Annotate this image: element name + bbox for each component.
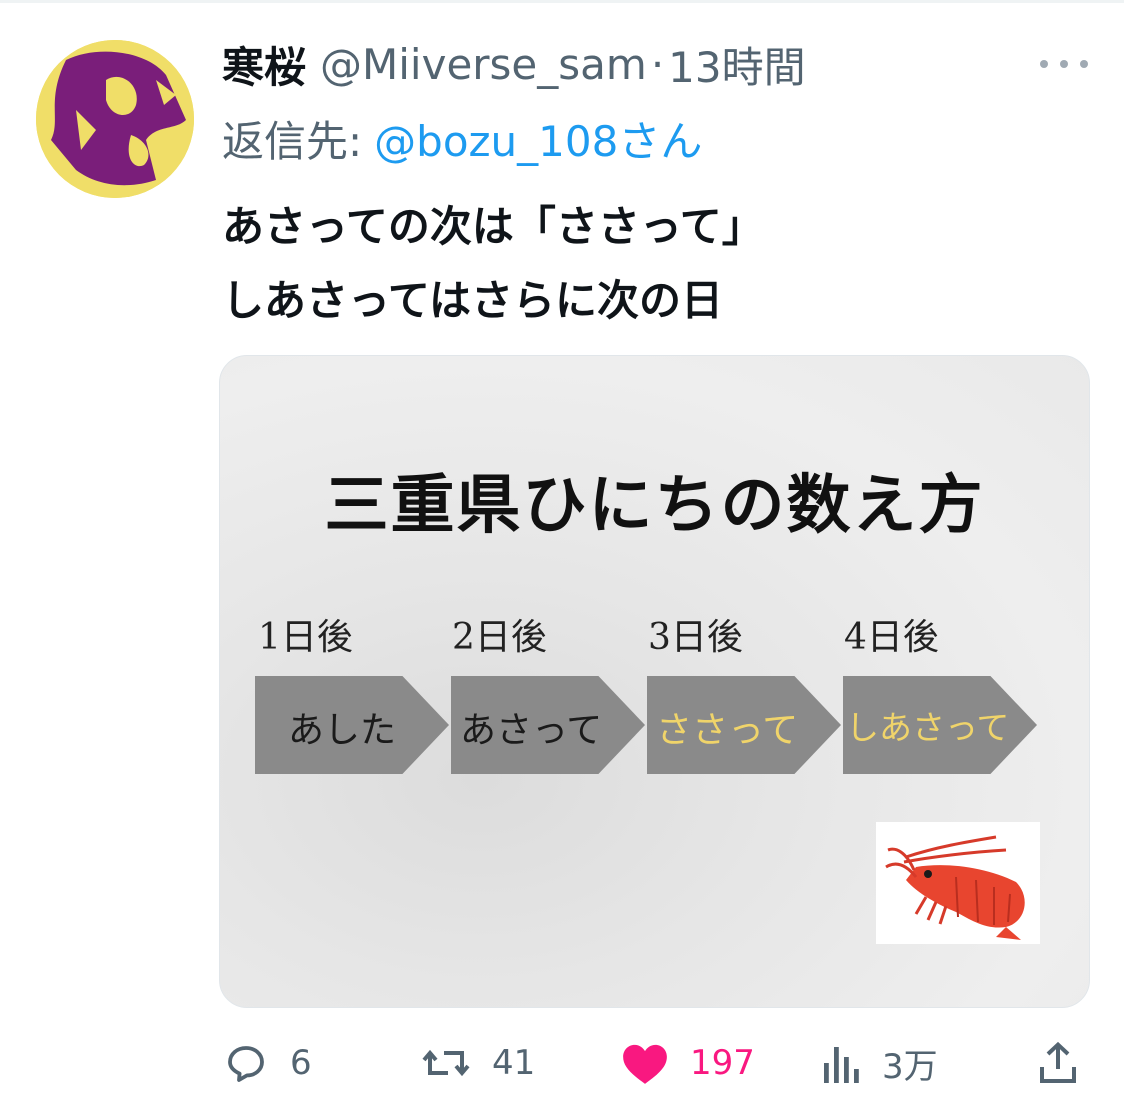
heart-icon (623, 1044, 667, 1084)
like-count: 197 (690, 1043, 755, 1083)
reply-context: 返信先: @bozu_108さん (222, 108, 702, 168)
separator-dot: · (650, 39, 665, 89)
day-word: しあさって (846, 708, 1010, 747)
reply-icon (228, 1046, 264, 1082)
share-button[interactable] (1034, 1030, 1082, 1096)
reply-target-link[interactable]: @bozu_108さん (374, 108, 702, 169)
retweet-count: 41 (492, 1043, 536, 1083)
day-word: あした (288, 710, 397, 751)
day-label: 1日後 (258, 617, 353, 658)
reply-count: 6 (290, 1043, 312, 1083)
day-label: 3日後 (648, 617, 743, 658)
share-icon (1040, 1041, 1076, 1083)
user-handle[interactable]: @Miiverse_sam (320, 40, 647, 89)
views-icon (824, 1047, 859, 1083)
day-word: ささって (656, 710, 799, 751)
reply-prefix: 返信先: (222, 116, 363, 166)
top-divider (0, 0, 1124, 3)
media-image[interactable]: 三重県ひにちの数え方 1日後 2日後 3日後 4日後 あした あさって ささって… (219, 355, 1090, 1008)
views-button[interactable]: 3万 (822, 1030, 938, 1096)
image-title: 三重県ひにちの数え方 (324, 469, 985, 543)
day-word: あさって (460, 710, 603, 751)
tweet-text-line: しあさってはさらに次の日 (222, 276, 724, 325)
shrimp-icon (876, 822, 1040, 944)
like-button[interactable]: 197 (620, 1030, 755, 1096)
tweet-text-line: あさっての次は「ささって」 (222, 202, 764, 251)
view-count: 3万 (882, 1046, 938, 1087)
tweet-text: あさっての次は「ささって」 しあさってはさらに次の日 (222, 190, 1082, 338)
day-label: 2日後 (452, 617, 547, 658)
timestamp[interactable]: 13時間 (668, 34, 805, 95)
day-label: 4日後 (844, 617, 939, 658)
avatar[interactable] (36, 40, 194, 198)
action-bar: 6 41 197 3万 (0, 1030, 1124, 1096)
tweet-header: 寒桜 @Miiverse_sam · 13時間 (222, 34, 806, 94)
reply-button[interactable]: 6 (222, 1030, 312, 1096)
more-options-icon[interactable] (1040, 52, 1088, 76)
display-name[interactable]: 寒桜 (222, 34, 306, 95)
retweet-icon (422, 1049, 470, 1077)
retweet-button[interactable]: 41 (420, 1030, 535, 1096)
